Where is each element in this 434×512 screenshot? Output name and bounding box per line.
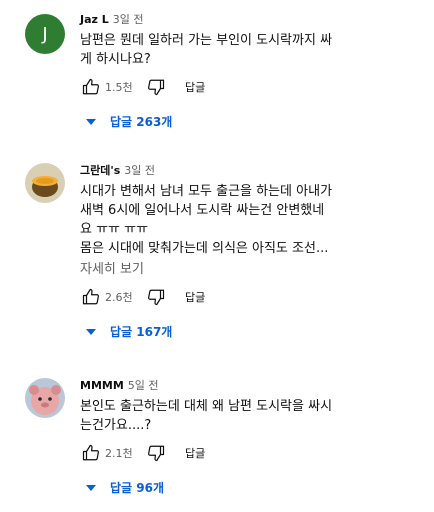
comment-header: 그란데's 3일 전 xyxy=(80,163,416,179)
comment-text-line: 는건가요....? xyxy=(80,418,152,433)
timestamp[interactable]: 3일 전 xyxy=(124,164,155,177)
comment-text-line: 본인도 출근하는데 대체 왜 남편 도시락을 싸시 xyxy=(80,399,333,414)
caret-down-icon xyxy=(86,328,96,335)
comment-body: Jaz L 3일 전 남편은 뭔데 일하러 가는 부인이 도시락까지 싸 게 하시… xyxy=(80,12,416,130)
avatar[interactable] xyxy=(25,163,65,203)
author-name[interactable]: 그란데's xyxy=(80,164,120,177)
view-replies-button[interactable]: 답글 263개 xyxy=(86,113,416,130)
comment-text: 남편은 뭔데 일하러 가는 부인이 도시락까지 싸 게 하시나요? xyxy=(80,31,416,69)
comment-body: 그란데's 3일 전 시대가 변해서 남녀 모두 출근을 하는데 아내가 새벽 6… xyxy=(80,163,416,340)
thumbs-up-icon[interactable] xyxy=(80,442,102,464)
timestamp[interactable]: 5일 전 xyxy=(128,379,159,392)
avatar[interactable] xyxy=(25,378,65,418)
comment-actions: 2.1천 답글 xyxy=(80,441,416,465)
comment-body: MMMM 5일 전 본인도 출근하는데 대체 왜 남편 도시락을 싸시 는건가요.… xyxy=(80,378,416,496)
comment-text-line: 남편은 뭔데 일하러 가는 부인이 도시락까지 싸 xyxy=(80,33,333,48)
comment-text-line: 몸은 시대에 맞춰가는데 의식은 아직도 조선... xyxy=(80,241,329,256)
like-count: 2.1천 xyxy=(105,447,133,460)
comment-text: 시대가 변해서 남녀 모두 출근을 하는데 아내가 새벽 6시에 일어나서 도시… xyxy=(80,182,416,258)
reply-button[interactable]: 답글 xyxy=(185,79,205,95)
reply-button[interactable]: 답글 xyxy=(185,445,205,461)
comment-text-line: 요 ㅠㅠ ㅠㅠ xyxy=(80,222,149,237)
avatar-letter: J xyxy=(42,23,48,45)
like-count: 2.6천 xyxy=(105,291,133,304)
comment-header: Jaz L 3일 전 xyxy=(80,12,416,28)
view-replies-button[interactable]: 답글 167개 xyxy=(86,323,416,340)
thumbs-down-icon[interactable] xyxy=(145,286,167,308)
reply-button[interactable]: 답글 xyxy=(185,289,205,305)
comment-text-line: 시대가 변해서 남녀 모두 출근을 하는데 아내가 xyxy=(80,184,333,199)
replies-label: 답글 167개 xyxy=(110,325,173,339)
timestamp[interactable]: 3일 전 xyxy=(113,13,144,26)
avatar[interactable]: J xyxy=(25,14,65,54)
author-name[interactable]: MMMM xyxy=(80,379,124,392)
comment-text: 본인도 출근하는데 대체 왜 남편 도시락을 싸시 는건가요....? xyxy=(80,397,416,435)
thumbs-up-icon[interactable] xyxy=(80,76,102,98)
comment-text-line: 게 하시나요? xyxy=(80,52,151,67)
view-replies-button[interactable]: 답글 96개 xyxy=(86,479,416,496)
thumbs-down-icon[interactable] xyxy=(145,442,167,464)
thumbs-up-icon[interactable] xyxy=(80,286,102,308)
comment-actions: 1.5천 답글 xyxy=(80,75,416,99)
caret-down-icon xyxy=(86,118,96,125)
caret-down-icon xyxy=(86,484,96,491)
comment-actions: 2.6천 답글 xyxy=(80,285,416,309)
thumbs-down-icon[interactable] xyxy=(145,76,167,98)
comment-header: MMMM 5일 전 xyxy=(80,378,416,394)
like-count: 1.5천 xyxy=(105,81,133,94)
author-name[interactable]: Jaz L xyxy=(80,13,109,26)
replies-label: 답글 96개 xyxy=(110,481,164,495)
comment-text-line: 새벽 6시에 일어나서 도시락 싸는건 안변했네 xyxy=(80,203,325,218)
replies-label: 답글 263개 xyxy=(110,115,173,129)
read-more-link[interactable]: 자세히 보기 xyxy=(80,260,416,279)
